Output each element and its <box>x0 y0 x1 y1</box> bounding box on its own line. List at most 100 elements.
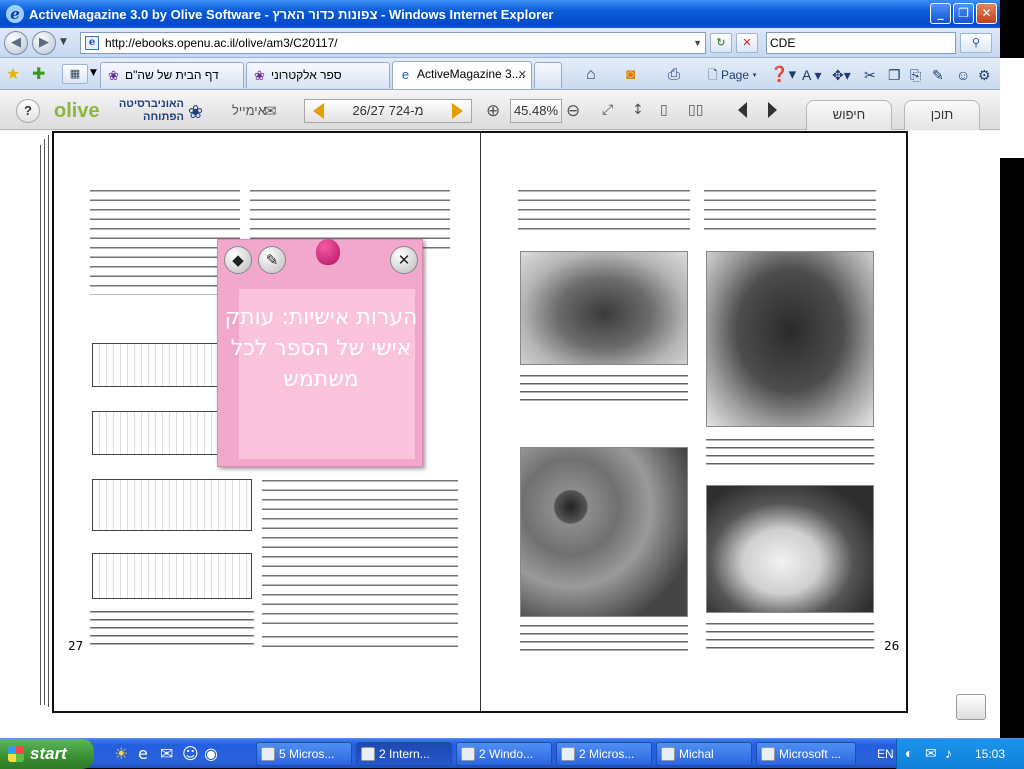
olive-logo: olive <box>54 100 100 122</box>
research-icon[interactable]: A ▾ <box>802 66 821 84</box>
task-button[interactable]: Microsoft ... <box>756 742 856 766</box>
crater-diagram <box>92 553 252 599</box>
olive-icon: ❀ <box>254 68 265 83</box>
tab-close-icon[interactable]: ✕ <box>518 63 527 87</box>
tab-contents[interactable]: תוכן <box>904 100 980 130</box>
prev-page-icon[interactable] <box>313 103 324 119</box>
fit-height-icon[interactable]: ↕ <box>632 102 644 118</box>
windows-flag-icon <box>8 746 24 762</box>
cut-icon[interactable]: ✂ <box>864 66 876 84</box>
tab-list-dropdown-icon[interactable]: ▼ <box>90 68 97 78</box>
home-icon[interactable]: ⌂ <box>586 66 596 84</box>
toc-next-icon[interactable] <box>768 102 777 118</box>
new-tab-button[interactable] <box>534 62 562 88</box>
moon-craters-photo <box>520 447 688 617</box>
messenger-quicklaunch-icon[interactable]: ☺ <box>182 744 199 763</box>
help-button[interactable]: ? <box>16 99 40 123</box>
next-page-icon[interactable] <box>452 103 463 119</box>
paste-icon[interactable]: ⎘ <box>910 66 921 84</box>
email-icon[interactable]: ✉ <box>264 102 277 120</box>
history-dropdown-icon[interactable]: ▼ <box>60 37 67 47</box>
outlook-quicklaunch-icon[interactable]: ✉ <box>160 744 173 763</box>
erase-icon[interactable]: ◆ <box>224 246 252 274</box>
tab-ebook[interactable]: ❀ ספר אלקטרוני <box>246 62 390 88</box>
tray-icon[interactable]: ♪ <box>945 745 952 761</box>
ie-page-icon: e <box>401 67 410 82</box>
help-menu-icon[interactable]: ❓▾ <box>770 66 796 84</box>
zoom-in-icon[interactable]: ⊕ <box>486 101 500 121</box>
tray-icon[interactable]: ✉ <box>925 745 937 762</box>
fit-page-icon[interactable]: ⤢ <box>602 102 613 118</box>
note-close-icon[interactable]: ✕ <box>390 246 418 274</box>
email-label[interactable]: אימייל <box>232 103 266 118</box>
taskbar: start ☀ e ✉ ☺ ◉ 5 Micros... 2 Intern... … <box>0 738 1024 769</box>
quicklaunch-icon[interactable]: ☀ <box>114 744 128 763</box>
university-name: האוניברסיטה הפתוחה <box>118 98 184 123</box>
search-input[interactable]: CDE <box>766 32 956 54</box>
task-button[interactable]: Michal <box>656 742 752 766</box>
figure-caption <box>706 619 874 655</box>
ie-logo-icon: e <box>6 5 24 23</box>
tab-activemagazine[interactable]: e ActiveMagazine 3.... ✕ <box>392 61 532 89</box>
task-button[interactable]: 2 Micros... <box>556 742 652 766</box>
right-page[interactable]: 26 <box>482 133 906 711</box>
single-page-icon[interactable]: ▯ <box>660 102 668 118</box>
task-button[interactable]: 2 Windo... <box>456 742 552 766</box>
ie-quicklaunch-icon[interactable]: e <box>138 744 148 763</box>
title-bar: e ActiveMagazine 3.0 by Olive Software -… <box>0 0 1000 28</box>
note-text: הערות אישיות: עותק אישי של הספר לכל משתמ… <box>224 305 418 392</box>
minimize-button[interactable]: _ <box>930 3 951 24</box>
language-indicator[interactable]: EN <box>877 747 894 761</box>
task-button[interactable]: 5 Micros... <box>256 742 352 766</box>
page-indicator[interactable]: 26/27 מ-724 <box>352 103 423 118</box>
text-block <box>704 185 876 231</box>
olive-icon: ❀ <box>108 68 119 83</box>
page-icon: e <box>85 36 99 50</box>
refresh-button[interactable]: ↻ <box>710 33 732 53</box>
start-button[interactable]: start <box>0 739 94 769</box>
back-button[interactable]: ◀ <box>4 31 28 55</box>
pencil-icon[interactable]: ✎ <box>258 246 286 274</box>
quick-tabs-button[interactable]: ▦ <box>62 64 88 84</box>
media-quicklaunch-icon[interactable]: ◉ <box>204 744 218 763</box>
messenger-icon[interactable]: ☺ <box>956 66 970 84</box>
tray-icon[interactable]: ◐ <box>905 745 913 761</box>
zoom-level[interactable]: 45.48% <box>510 99 562 123</box>
resize-window-button[interactable] <box>956 694 986 720</box>
page-menu[interactable]: 🗋 Page ▾ <box>708 66 757 84</box>
translate-icon[interactable]: ✥▾ <box>832 66 851 84</box>
maximize-button[interactable]: ❐ <box>953 3 974 24</box>
close-button[interactable]: ✕ <box>976 3 997 24</box>
figure-caption <box>90 607 254 649</box>
page-navigator: 26/27 מ-724 <box>304 99 472 123</box>
olive-toolbar: ? olive האוניברסיטה הפתוחה ❀ אימייל ✉ 26… <box>0 90 1000 130</box>
address-dropdown-icon[interactable]: ▼ <box>693 33 702 53</box>
book-spread[interactable]: 27 26 <box>52 131 908 713</box>
text-block <box>262 631 458 653</box>
toc-prev-icon[interactable] <box>738 102 747 118</box>
stop-button[interactable]: ✕ <box>736 33 758 53</box>
add-favorites-icon[interactable]: ✚ <box>32 64 45 83</box>
tab-search[interactable]: חיפוש <box>806 100 892 130</box>
copy-icon[interactable]: ❐ <box>888 66 901 84</box>
zoom-out-icon[interactable]: ⊖ <box>566 101 580 121</box>
double-page-icon[interactable]: ▯▯ <box>688 102 703 118</box>
tab-home[interactable]: ❀ דף הבית של שה"ם <box>100 62 244 88</box>
pushpin-icon <box>316 239 340 265</box>
task-button[interactable]: 2 Intern... <box>356 742 452 766</box>
search-button[interactable]: ⚲ <box>960 33 992 53</box>
system-tray: EN ◐ ✉ ♪ 15:03 <box>877 739 1024 769</box>
feeds-icon[interactable]: ◙ <box>626 66 635 84</box>
print-icon[interactable]: ⎙ <box>668 66 680 84</box>
figure-caption <box>706 435 874 471</box>
text-block <box>518 185 690 231</box>
note-icon[interactable]: ✎ <box>932 66 944 84</box>
tools-icon[interactable]: ⚙ <box>978 66 991 84</box>
meteorite-photo <box>520 251 688 365</box>
address-url: http://ebooks.openu.ac.il/olive/am3/C201… <box>105 36 338 50</box>
favorites-star-icon[interactable]: ★ <box>6 64 20 83</box>
sticky-note[interactable]: ◆ ✎ ✕ הערות אישיות: עותק אישי של הספר לכ… <box>217 239 423 467</box>
clock: 15:03 <box>975 747 1006 761</box>
address-input[interactable]: e http://ebooks.openu.ac.il/olive/am3/C2… <box>80 32 706 54</box>
forward-button[interactable]: ▶ <box>32 31 56 55</box>
